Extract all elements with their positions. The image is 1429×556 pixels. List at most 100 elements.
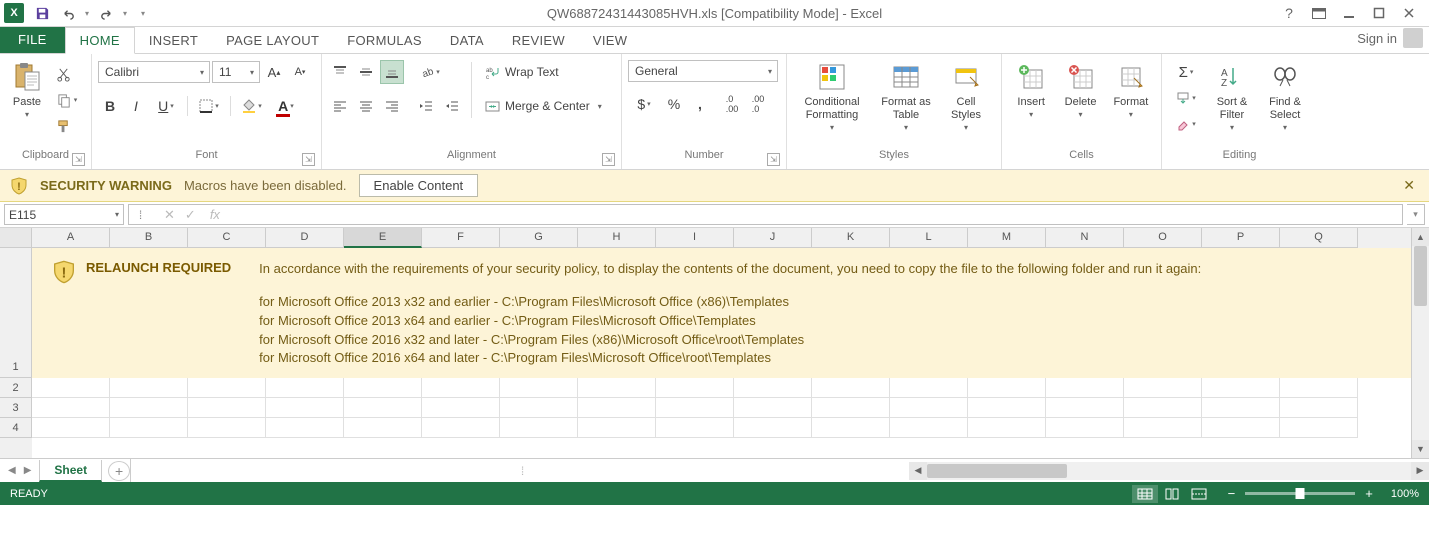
font-name-combo[interactable]: Calibri▾ <box>98 61 210 83</box>
increase-decimal-button[interactable]: .0.00 <box>720 92 744 116</box>
alignment-launcher[interactable]: ⇲ <box>602 153 615 166</box>
row-header[interactable]: 1 <box>0 248 32 378</box>
cell[interactable] <box>1202 418 1280 438</box>
zoom-thumb[interactable] <box>1296 488 1305 499</box>
cell[interactable] <box>110 398 188 418</box>
cell[interactable] <box>734 378 812 398</box>
cell[interactable] <box>1280 398 1358 418</box>
cell[interactable] <box>734 398 812 418</box>
orientation-button[interactable]: ab▾ <box>414 60 446 84</box>
column-header[interactable]: D <box>266 228 344 248</box>
insert-function-button[interactable]: fx <box>202 207 228 222</box>
tab-review[interactable]: REVIEW <box>498 28 579 53</box>
row-header[interactable]: 2 <box>0 378 32 398</box>
column-header[interactable]: G <box>500 228 578 248</box>
tab-insert[interactable]: INSERT <box>135 28 212 53</box>
format-cells-button[interactable]: Format▾ <box>1107 58 1155 148</box>
cell[interactable] <box>188 418 266 438</box>
column-header[interactable]: H <box>578 228 656 248</box>
sheet-next-button[interactable]: ▶ <box>22 463 34 478</box>
cell[interactable] <box>968 418 1046 438</box>
cell[interactable] <box>32 418 110 438</box>
minimize-button[interactable] <box>1335 2 1363 24</box>
clear-button[interactable]: ▾ <box>1168 112 1204 136</box>
align-right-button[interactable] <box>380 94 404 118</box>
sort-filter-button[interactable]: AZ Sort & Filter▾ <box>1207 58 1257 148</box>
align-left-button[interactable] <box>328 94 352 118</box>
cell[interactable] <box>188 378 266 398</box>
cell-styles-button[interactable]: Cell Styles▾ <box>941 58 991 148</box>
page-layout-view-button[interactable] <box>1159 485 1185 503</box>
cell[interactable] <box>500 398 578 418</box>
italic-button[interactable]: I <box>124 94 148 118</box>
select-all-button[interactable] <box>0 228 32 248</box>
cell[interactable] <box>422 418 500 438</box>
font-size-combo[interactable]: 11▾ <box>212 61 260 83</box>
underline-button[interactable]: U▾ <box>150 94 182 118</box>
number-format-combo[interactable]: General▾ <box>628 60 778 82</box>
cell[interactable] <box>1124 378 1202 398</box>
maximize-button[interactable] <box>1365 2 1393 24</box>
scroll-left-button[interactable]: ◀ <box>909 462 927 480</box>
cell[interactable] <box>890 378 968 398</box>
format-painter-button[interactable] <box>51 114 75 138</box>
cell[interactable] <box>344 378 422 398</box>
zoom-out-button[interactable]: − <box>1224 486 1240 501</box>
align-center-button[interactable] <box>354 94 378 118</box>
scroll-right-button[interactable]: ▶ <box>1411 462 1429 480</box>
column-header[interactable]: F <box>422 228 500 248</box>
decrease-decimal-button[interactable]: .00.0 <box>746 92 770 116</box>
paste-button[interactable]: Paste ▾ <box>6 58 48 148</box>
align-top-button[interactable] <box>328 60 352 84</box>
column-header[interactable]: A <box>32 228 110 248</box>
bold-button[interactable]: B <box>98 94 122 118</box>
sheet-prev-button[interactable]: ◀ <box>6 463 18 478</box>
column-header[interactable]: E <box>344 228 422 248</box>
percent-format-button[interactable]: % <box>662 92 686 116</box>
column-header[interactable]: J <box>734 228 812 248</box>
scroll-thumb[interactable] <box>1414 246 1427 306</box>
align-bottom-button[interactable] <box>380 60 404 84</box>
cell[interactable] <box>656 418 734 438</box>
help-button[interactable]: ? <box>1275 2 1303 24</box>
cell[interactable] <box>500 418 578 438</box>
fill-button[interactable]: ▾ <box>1168 86 1204 110</box>
format-as-table-button[interactable]: Format as Table▾ <box>874 58 938 148</box>
redo-button[interactable] <box>94 2 118 24</box>
scroll-up-button[interactable]: ▲ <box>1412 228 1429 246</box>
tab-page-layout[interactable]: PAGE LAYOUT <box>212 28 333 53</box>
cell[interactable] <box>656 378 734 398</box>
wrap-text-button[interactable]: abc Wrap Text <box>479 60 607 84</box>
scroll-down-button[interactable]: ▼ <box>1412 440 1429 458</box>
undo-dropdown[interactable]: ▾ <box>82 9 92 18</box>
cell[interactable] <box>344 398 422 418</box>
cell[interactable] <box>968 378 1046 398</box>
cell[interactable] <box>734 418 812 438</box>
cells[interactable]: ! RELAUNCH REQUIRED In accordance with t… <box>32 248 1411 438</box>
delete-cells-button[interactable]: Delete▾ <box>1057 58 1103 148</box>
name-box[interactable]: E115▾ <box>4 204 124 225</box>
cell[interactable] <box>266 418 344 438</box>
expand-formula-bar-button[interactable]: ▾ <box>1407 204 1425 225</box>
scroll-track[interactable] <box>1412 246 1429 440</box>
cell[interactable] <box>578 378 656 398</box>
align-middle-button[interactable] <box>354 60 378 84</box>
tab-data[interactable]: DATA <box>436 28 498 53</box>
copy-button[interactable]: ▾ <box>51 88 83 112</box>
decrease-indent-button[interactable] <box>414 94 438 118</box>
insert-cells-button[interactable]: Insert▾ <box>1008 58 1054 148</box>
cell[interactable] <box>1280 418 1358 438</box>
vertical-scrollbar[interactable]: ▲ ▼ <box>1411 228 1429 458</box>
cell[interactable] <box>812 418 890 438</box>
cell[interactable] <box>1046 398 1124 418</box>
cell[interactable] <box>578 418 656 438</box>
column-header[interactable]: L <box>890 228 968 248</box>
tab-view[interactable]: VIEW <box>579 28 641 53</box>
cell[interactable] <box>1202 378 1280 398</box>
row-header[interactable]: 4 <box>0 418 32 438</box>
cell[interactable] <box>1124 398 1202 418</box>
accounting-format-button[interactable]: $▾ <box>628 92 660 116</box>
sign-in-link[interactable]: Sign in <box>1347 23 1429 53</box>
cell[interactable] <box>110 378 188 398</box>
cell[interactable] <box>812 378 890 398</box>
